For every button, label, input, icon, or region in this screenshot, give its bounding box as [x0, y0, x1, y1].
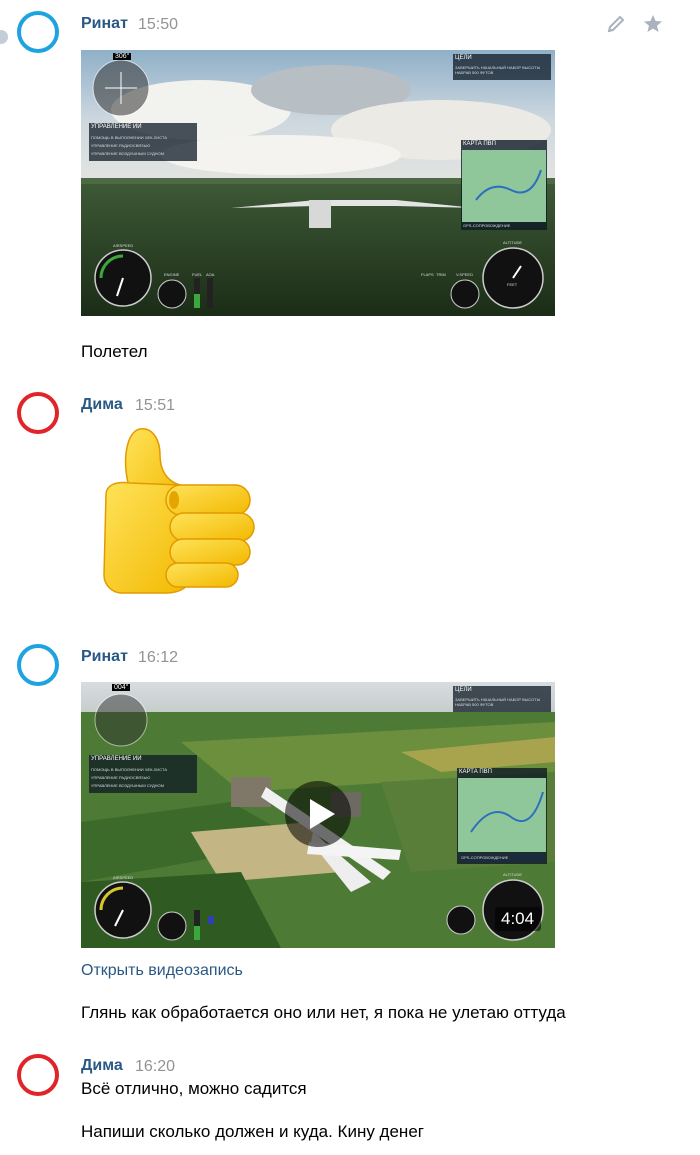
feet-label: FEET	[507, 282, 518, 287]
video-thumbnail[interactable]: 004° УПРАВЛЕНИЕ ИИ ПОМОЩЬ В ВЫПОЛНЕНИИ Ч…	[81, 682, 555, 948]
avatar[interactable]	[17, 11, 59, 53]
left-edge-marker	[0, 30, 8, 44]
flaps-label: FLAPS	[421, 272, 434, 277]
ai-panel-title: УПРАВЛЕНИЕ ИИ	[91, 756, 142, 762]
ai-item: ПОМОЩЬ В ВЫПОЛНЕНИИ ЧЕК-ЛИСТА	[91, 767, 168, 772]
avatar[interactable]	[17, 392, 59, 434]
video-duration: 4:04	[501, 909, 535, 928]
engine-label: ENGINE	[164, 272, 180, 277]
ai-panel-title: УПРАВЛЕНИЕ ИИ	[91, 124, 142, 130]
author-name[interactable]: Ринат	[81, 15, 128, 33]
pencil-icon[interactable]	[605, 14, 627, 36]
message-text: Глянь как обработается оно или нет, я по…	[81, 1003, 566, 1022]
altitude-label: ALTITUDE	[503, 240, 523, 245]
goals-title: ЦЕЛИ	[455, 55, 472, 61]
thumbs-up-sticker[interactable]	[100, 425, 260, 600]
message-time[interactable]: 15:51	[135, 397, 175, 415]
ai-item: ПОМОЩЬ В ВЫПОЛНЕНИИ ЧЕК-ЛИСТА	[91, 135, 168, 140]
goals-text: ЗАВЕРШИТЬ НАЧАЛЬНЫЙ НАБОР ВЫСОТЫ НАБРАВ …	[455, 697, 541, 707]
flight-screenshot-image[interactable]: 306° УПРАВЛЕНИЕ ИИ ПОМОЩЬ В ВЫПОЛНЕНИИ Ч…	[81, 50, 555, 316]
airspeed-label: AIRSPEED	[113, 243, 134, 248]
message-time[interactable]: 16:12	[138, 649, 178, 667]
airspeed-label: AIRSPEED	[113, 875, 134, 880]
trim-label: TRIM	[436, 272, 446, 277]
goals-title: ЦЕЛИ	[455, 687, 472, 693]
author-name[interactable]: Дима	[81, 1057, 123, 1075]
map-footer: GPS-СОПРОВОЖДЕНИЕ	[461, 855, 509, 860]
star-icon[interactable]	[642, 13, 664, 35]
avatar[interactable]	[17, 1054, 59, 1096]
compass-heading: 306°	[113, 53, 132, 60]
message-text: Полетел	[81, 342, 148, 361]
message-time[interactable]: 15:50	[138, 16, 178, 34]
fuel-label: FUEL	[192, 272, 203, 277]
map-title: КАРТА ПВП	[459, 769, 492, 775]
message-text: Всё отлично, можно садится	[81, 1079, 307, 1098]
message-text: Напиши сколько должен и куда. Кину денег	[81, 1122, 424, 1141]
ai-item: УПРАВЛЕНИЕ ВОЗДУШНЫМ СУДНОМ	[91, 151, 164, 156]
vspeed-label: V.SPEED	[456, 272, 473, 277]
author-name[interactable]: Ринат	[81, 648, 128, 666]
play-icon[interactable]	[285, 781, 351, 847]
compass-heading: 004°	[112, 684, 131, 691]
author-name[interactable]: Дима	[81, 396, 123, 414]
aoa-label: AOA	[206, 272, 215, 277]
ai-item: УПРАВЛЕНИЕ РАДИОСВЯЗЬЮ	[91, 143, 151, 148]
avatar[interactable]	[17, 644, 59, 686]
ai-item: УПРАВЛЕНИЕ ВОЗДУШНЫМ СУДНОМ	[91, 783, 164, 788]
open-video-link[interactable]: Открыть видеозапись	[81, 962, 243, 980]
goals-text: ЗАВЕРШИТЬ НАЧАЛЬНЫЙ НАБОР ВЫСОТЫ НАБРАВ …	[455, 65, 541, 75]
map-footer: GPS-СОПРОВОЖДЕНИЕ	[463, 223, 511, 228]
altitude-label: ALTITUDE	[503, 872, 523, 877]
ai-item: УПРАВЛЕНИЕ РАДИОСВЯЗЬЮ	[91, 775, 151, 780]
message-time[interactable]: 16:20	[135, 1058, 175, 1076]
map-title: КАРТА ПВП	[463, 141, 496, 147]
